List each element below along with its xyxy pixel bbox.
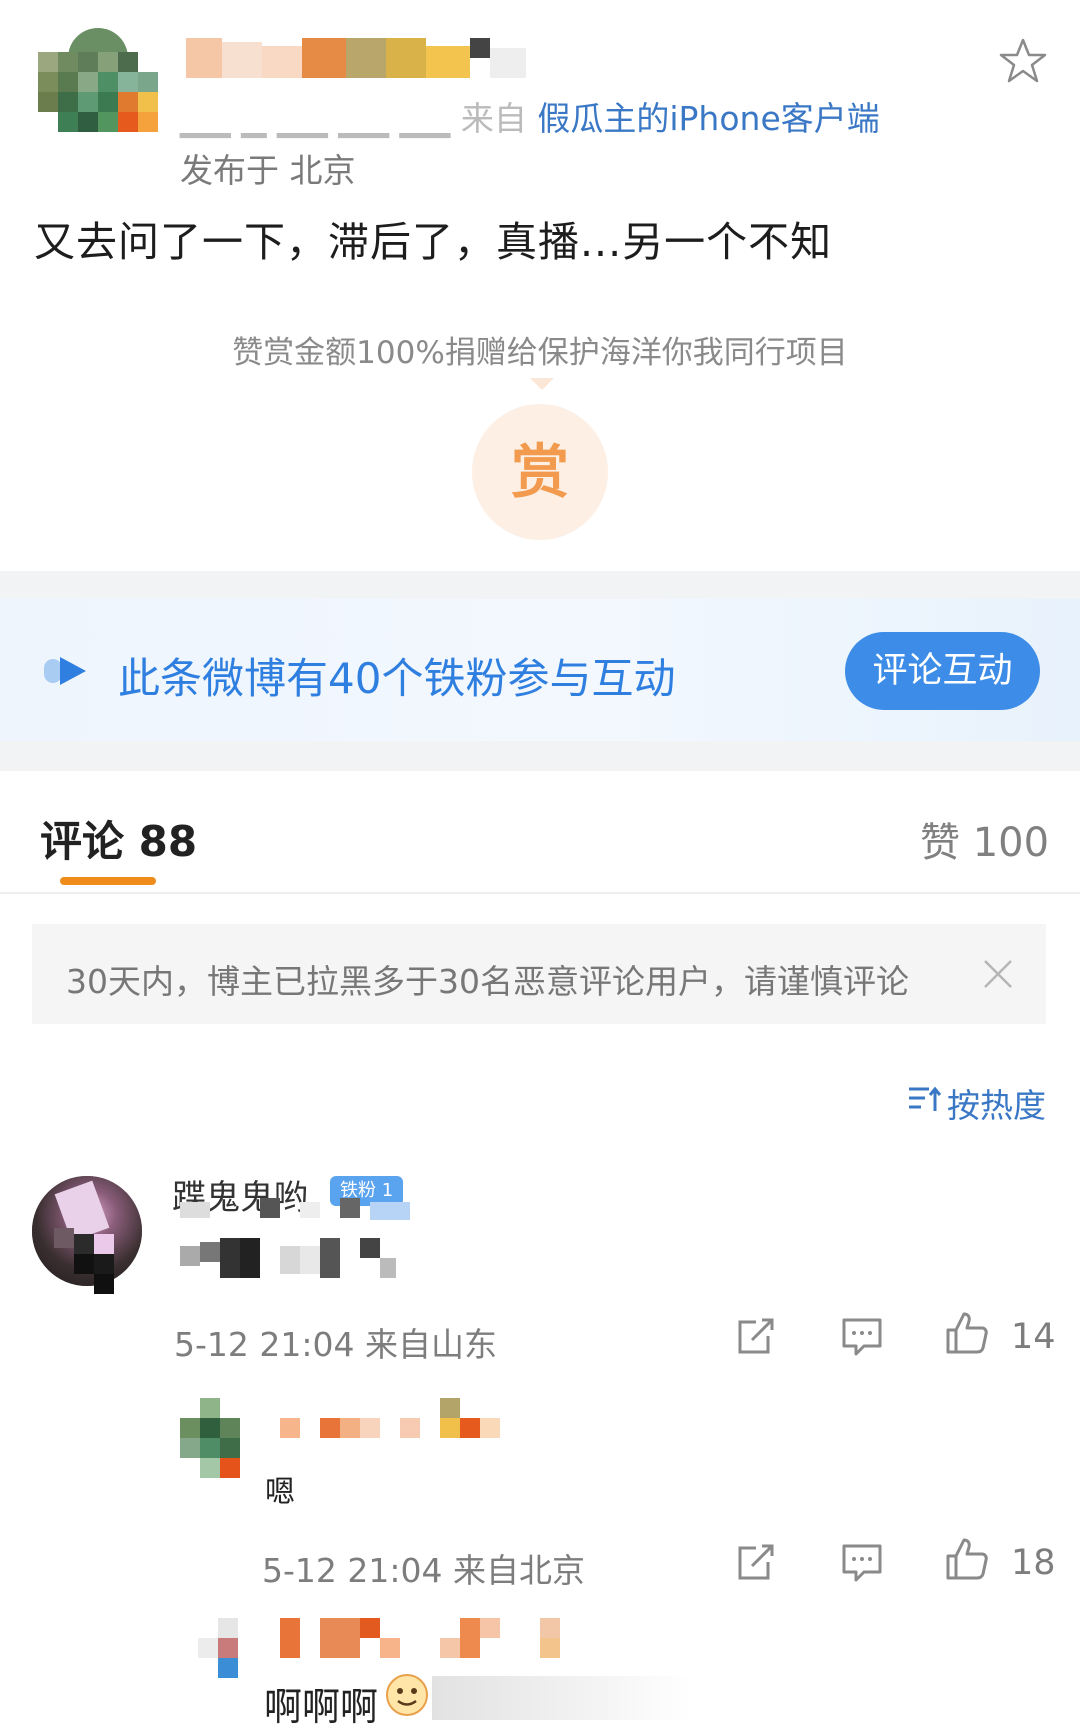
reward-label: 赏 (510, 438, 569, 506)
section-divider (0, 741, 1080, 771)
reply-username-pixelated[interactable] (280, 1618, 580, 1662)
reply-text-fade (432, 1676, 692, 1720)
comment-text-pixelated (180, 1238, 400, 1282)
tab-comments[interactable]: 评论 88 (40, 808, 197, 869)
tab-likes[interactable]: 赞 100 (920, 810, 1049, 868)
reward-note: 赞赏金额100%捐赠给保护海洋你我同行项目 (232, 335, 848, 371)
poster-avatar[interactable] (38, 28, 160, 132)
post-text: 又去问了一下，滞后了，真播...另一个不知 (34, 218, 833, 266)
reply-text: 嗯 (265, 1475, 295, 1510)
post-source: ▁▁ ▁ ▁▁ ▁▁ ▁▁ 来自 假瓜主的iPhone客户端 (180, 99, 880, 138)
fan-arrow-icon (44, 657, 86, 685)
comment-interact-button[interactable]: 评论互动 (845, 632, 1040, 710)
sort-by-hot[interactable]: 按热度 (947, 1079, 1046, 1127)
fan-banner-text: 此条微博有40个铁粉参与互动 (118, 654, 676, 703)
tab-divider (0, 892, 1080, 894)
section-divider (0, 571, 1080, 599)
reply-avatar[interactable] (180, 1398, 242, 1478)
sort-label: 按热度 (947, 1086, 1046, 1125)
emoji-icon (386, 1674, 428, 1716)
close-icon[interactable] (981, 957, 1015, 991)
like-count: 18 (1011, 1543, 1056, 1583)
like-count: 14 (1011, 1317, 1056, 1357)
reward-button[interactable]: 赏 (472, 404, 608, 540)
star-icon[interactable] (998, 36, 1048, 86)
commenter-name-pixelated (180, 1198, 420, 1222)
poster-username-pixelated[interactable] (186, 38, 526, 80)
commenter-avatar-overlay-pixels (54, 1228, 144, 1298)
notice-text: 30天内，博主已拉黑多于30名恶意评论用户，请谨慎评论 (66, 962, 909, 1001)
reply-avatar[interactable] (198, 1618, 242, 1680)
sort-icon[interactable] (907, 1084, 941, 1114)
like-icon[interactable] (944, 1536, 990, 1582)
comment-time: 5-12 21:04 来自山东 (174, 1325, 497, 1364)
share-icon[interactable] (734, 1314, 778, 1358)
reply-text: 啊啊啊 (264, 1685, 379, 1729)
reply-username-pixelated[interactable] (280, 1398, 520, 1438)
share-icon[interactable] (734, 1540, 778, 1584)
post-client-link[interactable]: 假瓜主的iPhone客户端 (537, 99, 879, 138)
comment-icon[interactable] (840, 1542, 884, 1584)
reply-time: 5-12 21:04 来自北京 (262, 1551, 585, 1590)
like-icon[interactable] (944, 1310, 990, 1356)
comment-icon[interactable] (840, 1316, 884, 1358)
reward-pointer (530, 378, 554, 390)
post-location: 发布于 北京 (180, 151, 356, 190)
tab-active-indicator (60, 877, 156, 885)
